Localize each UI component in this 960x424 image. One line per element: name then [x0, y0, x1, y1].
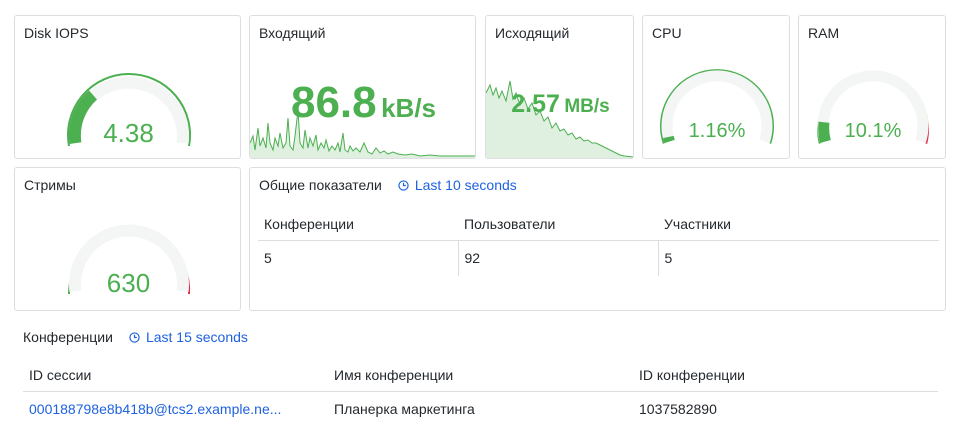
outgoing-panel: Исходящий 2.57 MB/s — [485, 15, 634, 159]
disk-iops-value: 4.38 — [103, 118, 154, 148]
col-users[interactable]: Пользователи — [458, 208, 658, 241]
overall-title: Общие показатели — [259, 177, 382, 193]
overall-time-range-picker[interactable]: Last 10 seconds — [398, 177, 517, 193]
conferences-section: Конференции Last 15 seconds ID сессии Им… — [14, 319, 946, 424]
outgoing-number: 2.57 — [511, 90, 560, 118]
streams-value: 630 — [106, 268, 151, 298]
cell-conferences: 5 — [264, 250, 272, 267]
col-conference-id[interactable]: ID конференции — [633, 359, 938, 392]
ram-value: 10.1% — [844, 120, 902, 142]
clock-icon — [398, 179, 409, 191]
overall-time-range: Last 10 seconds — [414, 177, 517, 193]
conference-id-cell: 1037582890 — [639, 401, 717, 418]
outgoing-unit: MB/s — [564, 96, 610, 117]
col-conferences[interactable]: Конференции — [258, 208, 458, 241]
conferences-header-row: ID сессии Имя конференции ID конференции — [23, 359, 938, 392]
overall-table: Конференции Пользователи Участники 5 92 … — [258, 208, 939, 276]
panel-title: Входящий — [259, 25, 326, 41]
cell-participants: 5 — [657, 240, 939, 276]
panel-title: RAM — [808, 25, 840, 41]
conferences-header: Конференции Last 15 seconds — [23, 329, 248, 345]
conferences-table: ID сессии Имя конференции ID конференции… — [23, 359, 938, 424]
panel-title: Исходящий — [495, 25, 570, 41]
cell-users: 92 — [457, 240, 658, 276]
panel-title: Disk IOPS — [24, 25, 89, 41]
incoming-unit: kB/s — [381, 93, 436, 123]
cpu-value: 1.16% — [688, 120, 746, 142]
table-row: 5 92 5 — [258, 240, 939, 276]
session-id-link[interactable]: 000188798e8b418b@tcs2.example.ne... — [23, 391, 328, 424]
incoming-value: 86.8 kB/s — [250, 78, 475, 128]
incoming-panel: Входящий 86.8 kB/s — [249, 15, 476, 159]
overall-header-row: Конференции Пользователи Участники — [258, 208, 939, 241]
col-participants[interactable]: Участники — [658, 208, 939, 241]
conference-name-cell: Планерка маркетинга — [334, 401, 475, 418]
outgoing-value: 2.57 MB/s — [486, 90, 633, 119]
panel-title: CPU — [652, 25, 682, 41]
overall-header: Общие показатели Last 10 seconds — [259, 177, 517, 193]
overall-panel: Общие показатели Last 10 seconds Конфере… — [249, 167, 946, 311]
disk-iops-panel: Disk IOPS 4.38 — [14, 15, 241, 159]
conferences-time-range: Last 15 seconds — [145, 329, 248, 345]
cpu-panel: CPU 1.16% — [642, 15, 790, 159]
conferences-title: Конференции — [23, 329, 113, 345]
incoming-number: 86.8 — [290, 78, 377, 127]
conferences-time-range-picker[interactable]: Last 15 seconds — [129, 329, 248, 345]
ram-panel: RAM 10.1% — [798, 15, 946, 159]
panel-title: Стримы — [24, 177, 76, 193]
col-conference-name[interactable]: Имя конференции — [328, 359, 633, 392]
col-session-id[interactable]: ID сессии — [23, 359, 328, 392]
clock-icon — [129, 331, 140, 343]
streams-panel: Стримы 630 — [14, 167, 241, 311]
table-row: 000188798e8b418b@tcs2.example.ne... План… — [23, 391, 938, 424]
